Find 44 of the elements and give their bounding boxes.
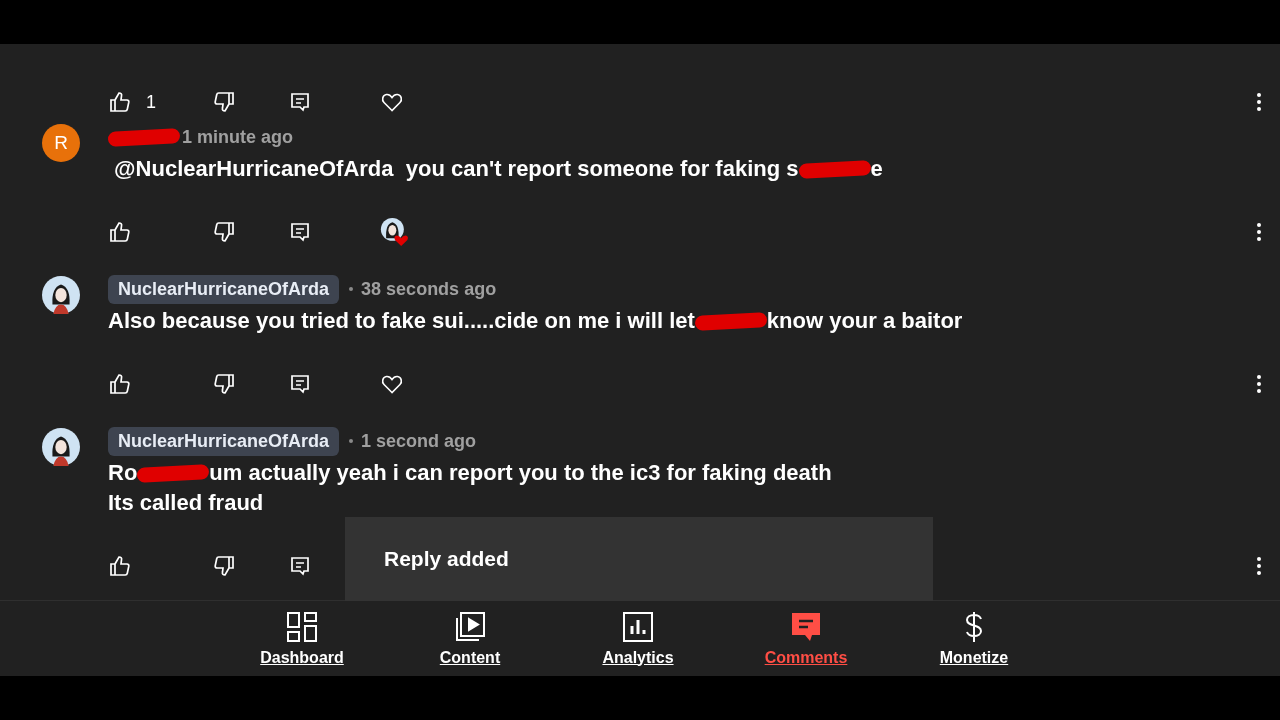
reply-icon[interactable] [288,220,312,244]
more-options-icon[interactable] [1256,222,1262,242]
thumbs-up-icon[interactable] [108,90,132,114]
author-name[interactable]: NuclearHurricaneOfArda [108,426,340,456]
reply-icon[interactable] [288,372,312,396]
comment-time: 1 second ago [361,430,477,452]
comment-text: Also because you tried to fake sui.....cide on me i will let [108,307,695,335]
comment-text: Its called fraud [108,489,264,517]
user-avatar[interactable] [42,276,80,314]
like-count: 1 [146,91,156,113]
thumbs-down-icon[interactable] [212,220,236,244]
dashboard-icon [286,610,318,643]
separator-dot [349,287,354,291]
separator-dot [349,439,354,443]
comment-time: 38 seconds ago [361,278,497,300]
thumbs-down-icon[interactable] [212,90,236,114]
comment-text: um actually yeah i can report you to the ic3 for faking death [209,459,832,487]
comment-icon [790,610,822,643]
more-options-icon[interactable] [1256,92,1262,112]
thumbs-up-icon[interactable] [108,554,132,578]
thumbs-up-icon[interactable] [108,372,132,396]
more-options-icon[interactable] [1256,374,1262,394]
author-name[interactable]: NuclearHurricaneOfArda [108,274,340,304]
video-library-icon [454,610,486,643]
user-avatar[interactable] [42,428,80,466]
creator-heart-icon[interactable] [380,217,410,247]
bar-chart-icon [622,610,654,643]
thumbs-down-icon[interactable] [212,372,236,396]
reply-icon[interactable] [288,554,312,578]
reply-icon[interactable] [288,90,312,114]
thumbs-up-icon[interactable] [108,220,132,244]
nav-tab[interactable]: Analytics [554,601,722,676]
nav-tab[interactable]: Monetize [890,601,1058,676]
comment-text: @NuclearHurricaneOfArda you can't report someone for faking s [113,155,799,183]
comment-text: Ro [108,459,138,487]
snackbar: Reply added [345,517,933,601]
nav-tab[interactable]: Comments [722,601,890,676]
nav-tab[interactable]: Dashboard [218,601,386,676]
comment-time: 1 minute ago [182,126,293,148]
comment-text: know your a baitor [766,307,963,335]
comment-text: e [870,155,883,183]
thumbs-down-icon[interactable] [212,554,236,578]
more-options-icon[interactable] [1256,556,1262,576]
nav-tab[interactable]: Content [386,601,554,676]
